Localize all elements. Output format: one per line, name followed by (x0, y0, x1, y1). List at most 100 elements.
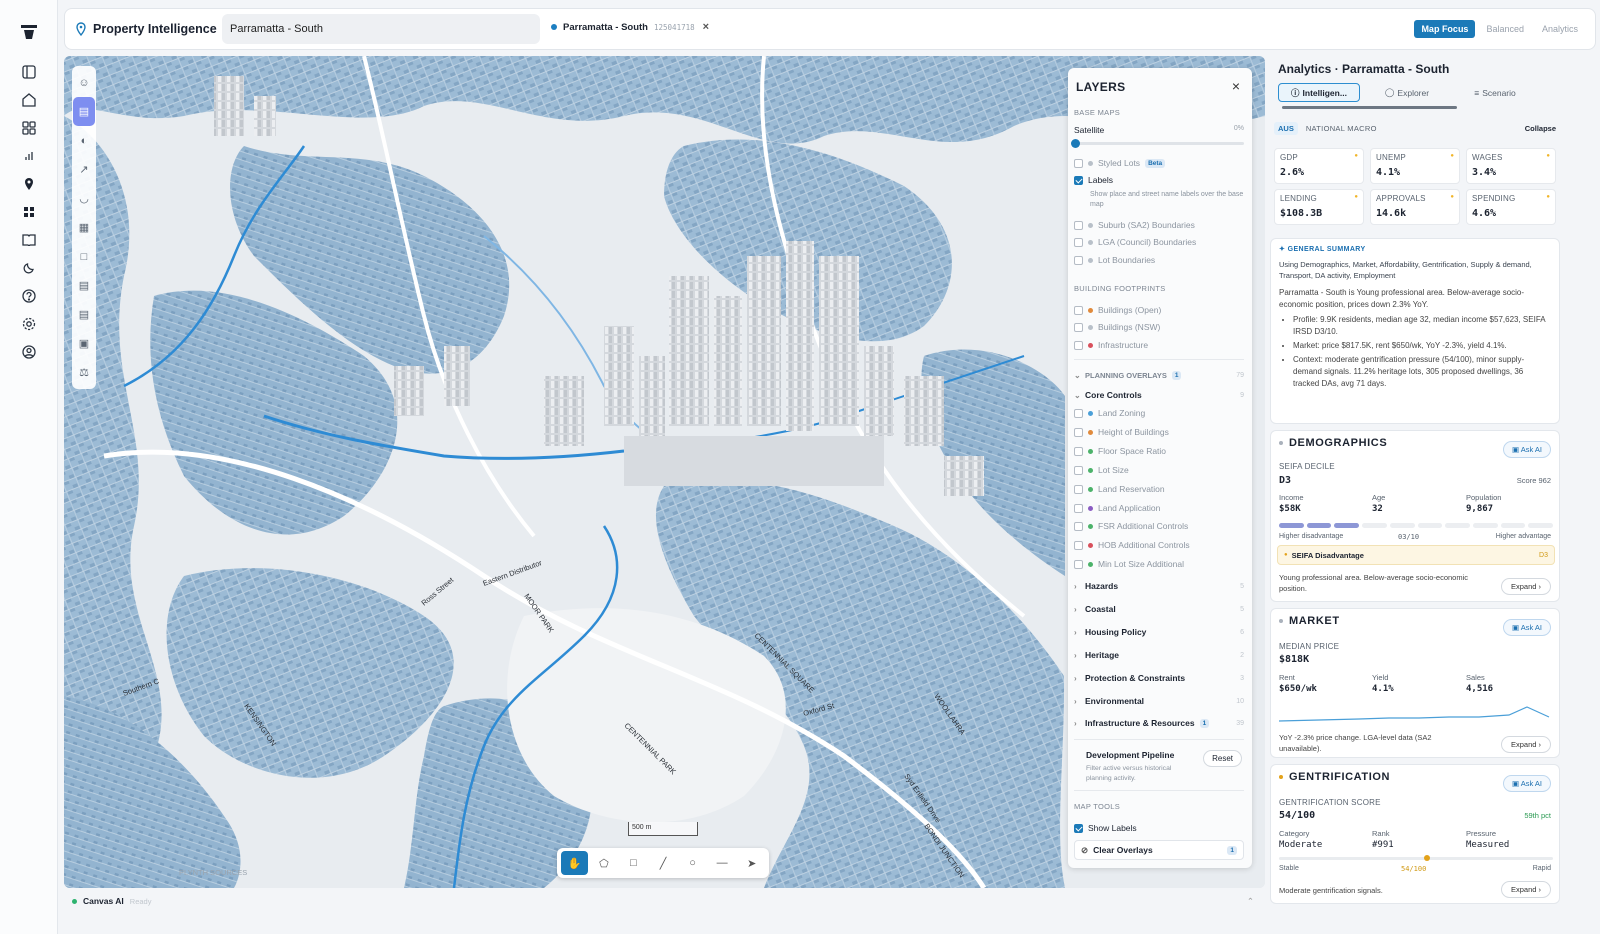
folder-icon[interactable]: □ (72, 242, 96, 271)
scales-icon[interactable]: ⚖ (72, 358, 96, 387)
ask-ai-button[interactable]: ▣ Ask AI (1502, 775, 1551, 792)
tab-scenario[interactable]: ≡ Scenario (1454, 83, 1536, 102)
slider-handle[interactable] (1071, 139, 1080, 148)
seifa-alert[interactable]: ● SEIFA Disadvantage D3 (1277, 545, 1555, 565)
metric-wages[interactable]: WAGES 3.4% ● (1466, 148, 1556, 184)
polygon-icon[interactable]: ⬠ (591, 851, 618, 875)
circle-icon[interactable]: ○ (679, 851, 706, 875)
home-icon[interactable] (19, 90, 39, 110)
checkbox[interactable] (1074, 559, 1083, 569)
layer-floor-space-ratio[interactable]: Floor Space Ratio (1074, 445, 1244, 457)
people-icon[interactable]: ☺ (72, 68, 96, 97)
layers-stack-icon[interactable]: ▤ (73, 97, 95, 126)
gauge-icon[interactable]: ◡ (72, 184, 96, 213)
metric-unemp[interactable]: UNEMP 4.1% ● (1370, 148, 1460, 184)
layer-height-of-buildings[interactable]: Height of Buildings (1074, 426, 1244, 438)
grid-icon[interactable] (19, 118, 39, 138)
mode-balanced[interactable]: Balanced (1479, 20, 1531, 38)
bank-icon[interactable]: ▦ (72, 213, 96, 242)
chevron-up-icon[interactable]: ⌃ (1247, 896, 1254, 907)
canvas-ai-bar[interactable]: Canvas AI Ready ⌃ (64, 892, 1264, 910)
freehand-icon[interactable]: — (709, 851, 736, 875)
checkbox[interactable] (1074, 823, 1083, 833)
layer-min-lot-size[interactable]: Min Lot Size Additional (1074, 558, 1244, 570)
trend-icon[interactable]: ↗ (72, 155, 96, 184)
collapse-button[interactable]: Collapse (1525, 124, 1556, 133)
tab-intelligence[interactable]: ⓘ Intelligen... (1278, 83, 1360, 102)
clear-overlays-button[interactable]: ⊘ Clear Overlays 1 (1074, 840, 1244, 860)
metric-gdp[interactable]: GDP 2.6% ● (1274, 148, 1364, 184)
chip-close-icon[interactable]: × (703, 21, 709, 33)
metric-spending[interactable]: SPENDING 4.6% ● (1466, 189, 1556, 225)
chart-icon[interactable] (19, 146, 39, 166)
help-icon[interactable] (19, 286, 39, 306)
hand-pan-icon[interactable]: ✋ (561, 851, 588, 875)
metric-lending[interactable]: LENDING $108.3B ● (1274, 189, 1364, 225)
moon-icon[interactable] (19, 258, 39, 278)
ask-ai-button[interactable]: ▣ Ask AI (1502, 619, 1551, 636)
show-labels-toggle[interactable]: Show Labels (1074, 822, 1244, 834)
rectangle-icon[interactable]: □ (620, 851, 647, 875)
globe-icon[interactable]: ◐ (72, 126, 96, 155)
checkbox[interactable] (1074, 503, 1083, 513)
checkbox[interactable] (1074, 158, 1083, 168)
group-protection[interactable]: › Protection & Constraints 3 (1074, 672, 1244, 684)
group-housing-policy[interactable]: › Housing Policy 6 (1074, 626, 1244, 638)
layer-lot-boundaries[interactable]: Lot Boundaries (1074, 254, 1244, 266)
layer-labels[interactable]: Labels (1074, 174, 1244, 186)
checkbox[interactable] (1074, 305, 1083, 315)
checkbox[interactable] (1074, 237, 1083, 247)
search-input[interactable]: Parramatta - South (222, 14, 540, 44)
checkbox[interactable] (1074, 521, 1083, 531)
group-infrastructure-resources[interactable]: › Infrastructure & Resources 1 39 (1074, 717, 1244, 729)
ask-ai-button[interactable]: ▣ Ask AI (1502, 441, 1551, 458)
reset-button[interactable]: Reset (1203, 750, 1242, 767)
expand-button[interactable]: Expand › (1500, 881, 1551, 898)
layer-buildings-open[interactable]: Buildings (Open) (1074, 304, 1244, 316)
checkbox[interactable] (1074, 255, 1083, 265)
layer-styled-lots[interactable]: Styled Lots Beta (1074, 157, 1244, 169)
mode-analytics[interactable]: Analytics (1535, 20, 1585, 38)
metric-approvals[interactable]: APPROVALS 14.6k ● (1370, 189, 1460, 225)
logo-icon[interactable] (19, 23, 39, 41)
layer-lga-boundaries[interactable]: LGA (Council) Boundaries (1074, 236, 1244, 248)
close-icon[interactable]: × (1232, 78, 1240, 94)
document-icon[interactable]: ▤ (72, 300, 96, 329)
layer-infrastructure[interactable]: Infrastructure (1074, 339, 1244, 351)
layer-lot-size[interactable]: Lot Size (1074, 464, 1244, 476)
group-heritage[interactable]: › Heritage 2 (1074, 649, 1244, 661)
mode-map-focus[interactable]: Map Focus (1414, 20, 1476, 38)
tab-explorer[interactable]: ◯ Explorer (1366, 83, 1448, 102)
layer-land-zoning[interactable]: Land Zoning (1074, 407, 1244, 419)
checkbox[interactable] (1074, 427, 1083, 437)
planning-overlays-toggle[interactable]: ⌄ PLANNING OVERLAYS 1 79 (1074, 369, 1244, 381)
checkbox[interactable] (1074, 446, 1083, 456)
group-environmental[interactable]: › Environmental 10 (1074, 695, 1244, 707)
group-coastal[interactable]: › Coastal 5 (1074, 603, 1244, 615)
checkbox[interactable] (1074, 408, 1083, 418)
user-icon[interactable] (19, 342, 39, 362)
checkbox[interactable] (1074, 484, 1083, 494)
tabs-scrollbar[interactable] (1282, 106, 1457, 109)
book-icon[interactable] (19, 230, 39, 250)
layer-land-application[interactable]: Land Application (1074, 502, 1244, 514)
layer-land-reservation[interactable]: Land Reservation (1074, 483, 1244, 495)
layer-fsr-additional[interactable]: FSR Additional Controls (1074, 520, 1244, 532)
layer-buildings-nsw[interactable]: Buildings (NSW) (1074, 321, 1244, 333)
checkbox[interactable] (1074, 340, 1083, 350)
satellite-slider[interactable] (1071, 139, 1244, 148)
select-cursor-icon[interactable]: ➤ (738, 851, 765, 875)
checkbox[interactable] (1074, 540, 1083, 550)
checkbox[interactable] (1074, 220, 1083, 230)
region-badge[interactable]: AUS (1274, 122, 1298, 135)
sidebar-icon[interactable] (19, 62, 39, 82)
settings-icon[interactable] (19, 314, 39, 334)
location-chip[interactable]: Parramatta - South 125041718 × (551, 21, 709, 33)
core-controls-toggle[interactable]: ⌄ Core Controls 9 (1074, 389, 1244, 401)
expand-button[interactable]: Expand › (1500, 578, 1551, 595)
pin-icon[interactable] (19, 174, 39, 194)
dashboard-icon[interactable] (19, 202, 39, 222)
group-hazards[interactable]: › Hazards 5 (1074, 580, 1244, 592)
checkbox[interactable] (1074, 322, 1083, 332)
expand-button[interactable]: Expand › (1500, 736, 1551, 753)
